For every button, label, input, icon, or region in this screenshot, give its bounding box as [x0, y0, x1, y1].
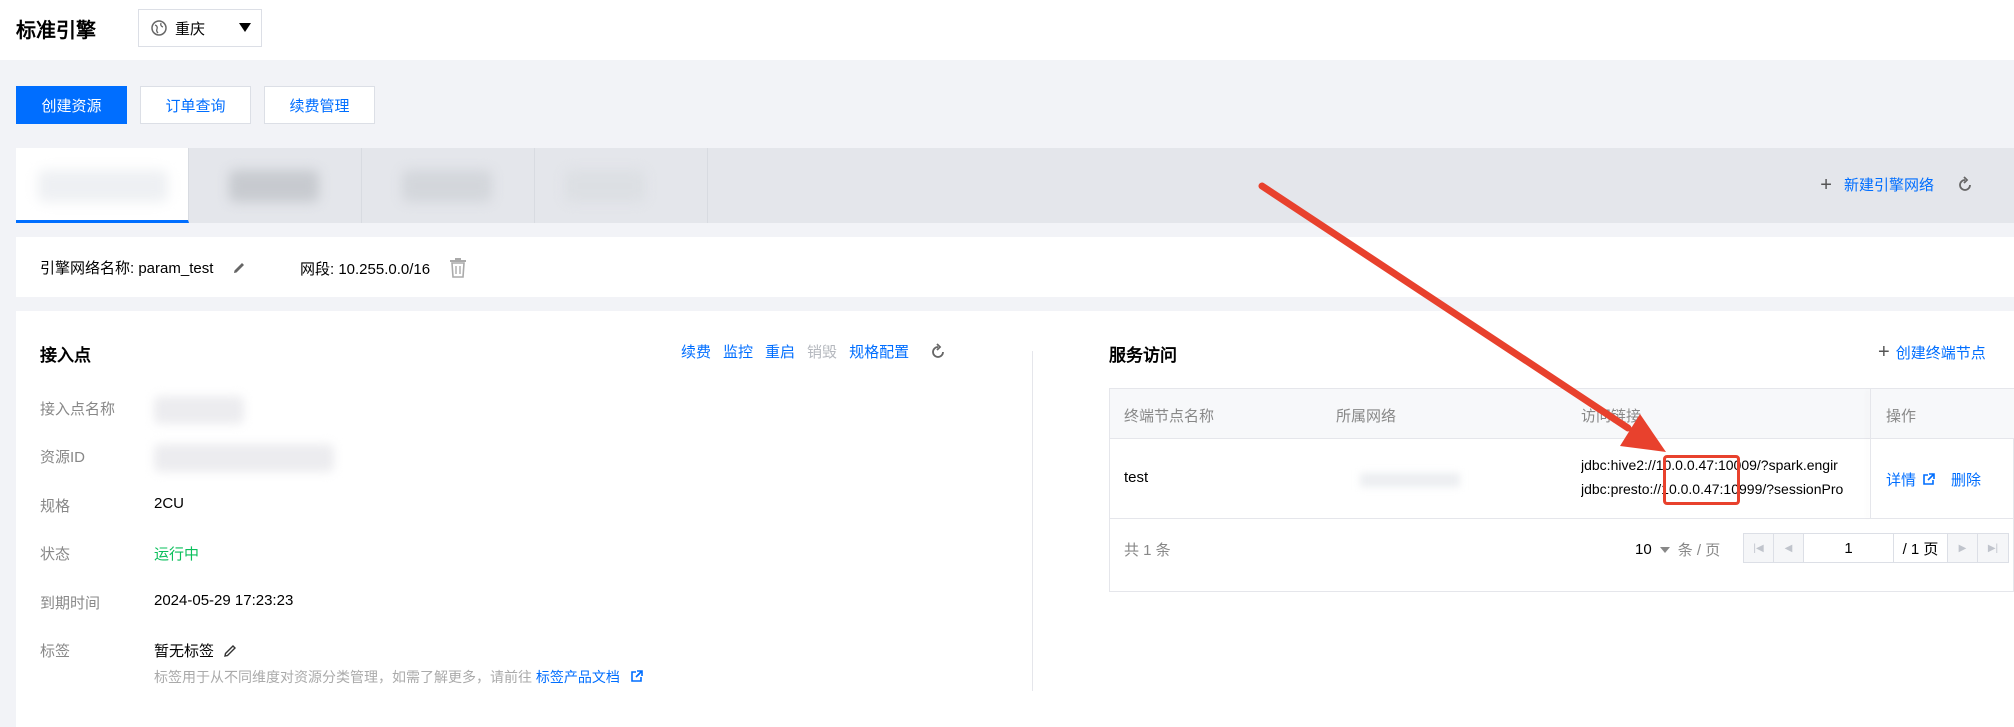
- plus-icon: +: [1820, 173, 1832, 196]
- top-bar: 标准引擎 重庆: [0, 0, 2014, 60]
- spec-label: 规格: [40, 498, 71, 515]
- last-page-icon[interactable]: ▶|: [1978, 534, 2008, 562]
- redacted-network: [1360, 473, 1460, 487]
- renew-link[interactable]: 续费: [681, 341, 711, 362]
- network-name-group: 引擎网络名称: param_test: [40, 257, 247, 278]
- external-link-icon[interactable]: [1922, 473, 1935, 486]
- network-name: 引擎网络名称: param_test: [40, 260, 214, 277]
- tag-hint-text: 标签用于从不同维度对资源分类管理，如需了解更多，请前往: [154, 669, 532, 685]
- redacted-tab-label: [565, 170, 645, 202]
- column-divider: [1032, 351, 1033, 691]
- create-endpoint-action[interactable]: + 创建终端节点: [1878, 341, 1998, 364]
- create-endpoint-link[interactable]: 创建终端节点: [1896, 342, 1986, 363]
- plus-icon: +: [1878, 341, 1890, 363]
- monitor-link[interactable]: 监控: [723, 341, 753, 362]
- create-resource-button[interactable]: 创建资源: [16, 86, 127, 124]
- total-count: 共 1 条: [1124, 542, 1171, 559]
- redacted-tab-label: [402, 170, 492, 202]
- status-label: 状态: [40, 546, 71, 563]
- endpoint-table: 终端节点名称 所属网络 访问链接 操作 test jdbc:hive2://10…: [1109, 388, 2014, 592]
- status-value: 运行中: [154, 546, 200, 563]
- network-tab-1[interactable]: [16, 148, 189, 223]
- tag-hint: 标签用于从不同维度对资源分类管理，如需了解更多，请前往 标签产品文档: [154, 667, 643, 687]
- page-input[interactable]: 1: [1804, 534, 1894, 562]
- spec-config-link[interactable]: 规格配置: [849, 341, 909, 362]
- endpoint-name: test: [1124, 469, 1149, 486]
- col-network: 所属网络: [1336, 408, 1397, 425]
- network-segment: 网段: 10.255.0.0/16: [300, 260, 431, 278]
- table-header: 终端节点名称 所属网络 访问链接 操作: [1110, 389, 2014, 439]
- table-footer: 共 1 条 10 条 / 页 |◀ ◀ 1 / 1 页 ▶ ▶|: [1110, 519, 2014, 579]
- access-point-name-label: 接入点名称: [40, 401, 116, 418]
- operations-column-divider: [1870, 389, 1871, 519]
- per-page-label: 条 / 页: [1677, 542, 1721, 559]
- page-size-value: 10: [1635, 541, 1652, 558]
- region-select[interactable]: 重庆: [138, 9, 262, 47]
- pencil-icon[interactable]: [222, 643, 238, 659]
- redacted-access-point-name: [154, 396, 244, 424]
- expire-value: 2024-05-29 17:23:23: [154, 592, 294, 609]
- tag-doc-link[interactable]: 标签产品文档: [536, 669, 620, 685]
- redacted-tab-label: [38, 170, 168, 202]
- spec-value: 2CU: [154, 495, 185, 512]
- network-tabs: + 新建引擎网络: [16, 148, 2014, 223]
- ip-highlight-box: [1663, 455, 1740, 505]
- delete-link[interactable]: 删除: [1951, 469, 1981, 490]
- external-link-icon[interactable]: [630, 670, 643, 683]
- expire-label: 到期时间: [40, 595, 101, 612]
- new-network-action[interactable]: + 新建引擎网络: [1820, 174, 1974, 195]
- row-actions: 详情 删除: [1886, 469, 1981, 490]
- main-panel: 接入点 续费 监控 重启 销毁 规格配置 接入点名称 资源ID 规格 2CU 状…: [16, 311, 2014, 727]
- action-bar: 创建资源 订单查询 续费管理: [16, 86, 375, 124]
- resource-id-label: 资源ID: [40, 449, 86, 466]
- col-endpoint-name: 终端节点名称: [1124, 408, 1215, 425]
- next-page-icon[interactable]: ▶: [1948, 534, 1978, 562]
- col-access-link: 访问链接: [1581, 408, 1642, 425]
- detail-link[interactable]: 详情: [1886, 469, 1916, 490]
- tag-value: 暂无标签: [154, 643, 215, 660]
- restart-link[interactable]: 重启: [765, 341, 795, 362]
- service-access-title: 服务访问: [1109, 346, 1177, 365]
- renewal-management-button[interactable]: 续费管理: [264, 86, 375, 124]
- redacted-resource-id: [154, 444, 334, 472]
- table-row: test jdbc:hive2://10.0.0.47:10009/?spark…: [1110, 439, 2014, 519]
- network-tab-3[interactable]: [362, 148, 535, 223]
- network-segment-group: 网段: 10.255.0.0/16: [300, 257, 468, 279]
- order-query-button[interactable]: 订单查询: [140, 86, 251, 124]
- tag-value-group: 暂无标签: [154, 640, 238, 661]
- caret-down-icon: [1659, 546, 1670, 553]
- pencil-icon[interactable]: [231, 260, 247, 276]
- region-value: 重庆: [175, 20, 206, 38]
- page-size-select[interactable]: 10 条 / 页: [1635, 539, 1720, 560]
- prev-page-icon[interactable]: ◀: [1774, 534, 1804, 562]
- refresh-icon[interactable]: [1956, 175, 1974, 194]
- col-operations: 操作: [1886, 408, 1917, 425]
- first-page-icon[interactable]: |◀: [1744, 534, 1774, 562]
- redacted-tab-label: [229, 170, 319, 202]
- network-info-bar: 引擎网络名称: param_test 网段: 10.255.0.0/16: [16, 237, 2014, 297]
- access-point-actions: 续费 监控 重启 销毁 规格配置: [681, 341, 947, 362]
- page-total: / 1 页: [1894, 534, 1948, 562]
- page-title: 标准引擎: [16, 20, 96, 42]
- network-tab-2[interactable]: [189, 148, 362, 223]
- new-network-link[interactable]: 新建引擎网络: [1844, 174, 1934, 195]
- network-tab-4[interactable]: [535, 148, 708, 223]
- tag-label: 标签: [40, 643, 71, 660]
- trash-icon[interactable]: [448, 257, 468, 279]
- pagination: |◀ ◀ 1 / 1 页 ▶ ▶|: [1743, 533, 2009, 563]
- destroy-link: 销毁: [807, 344, 838, 361]
- caret-down-icon: [239, 23, 251, 32]
- refresh-icon[interactable]: [929, 342, 947, 361]
- access-point-title: 接入点: [40, 346, 91, 365]
- globe-icon: [151, 20, 167, 36]
